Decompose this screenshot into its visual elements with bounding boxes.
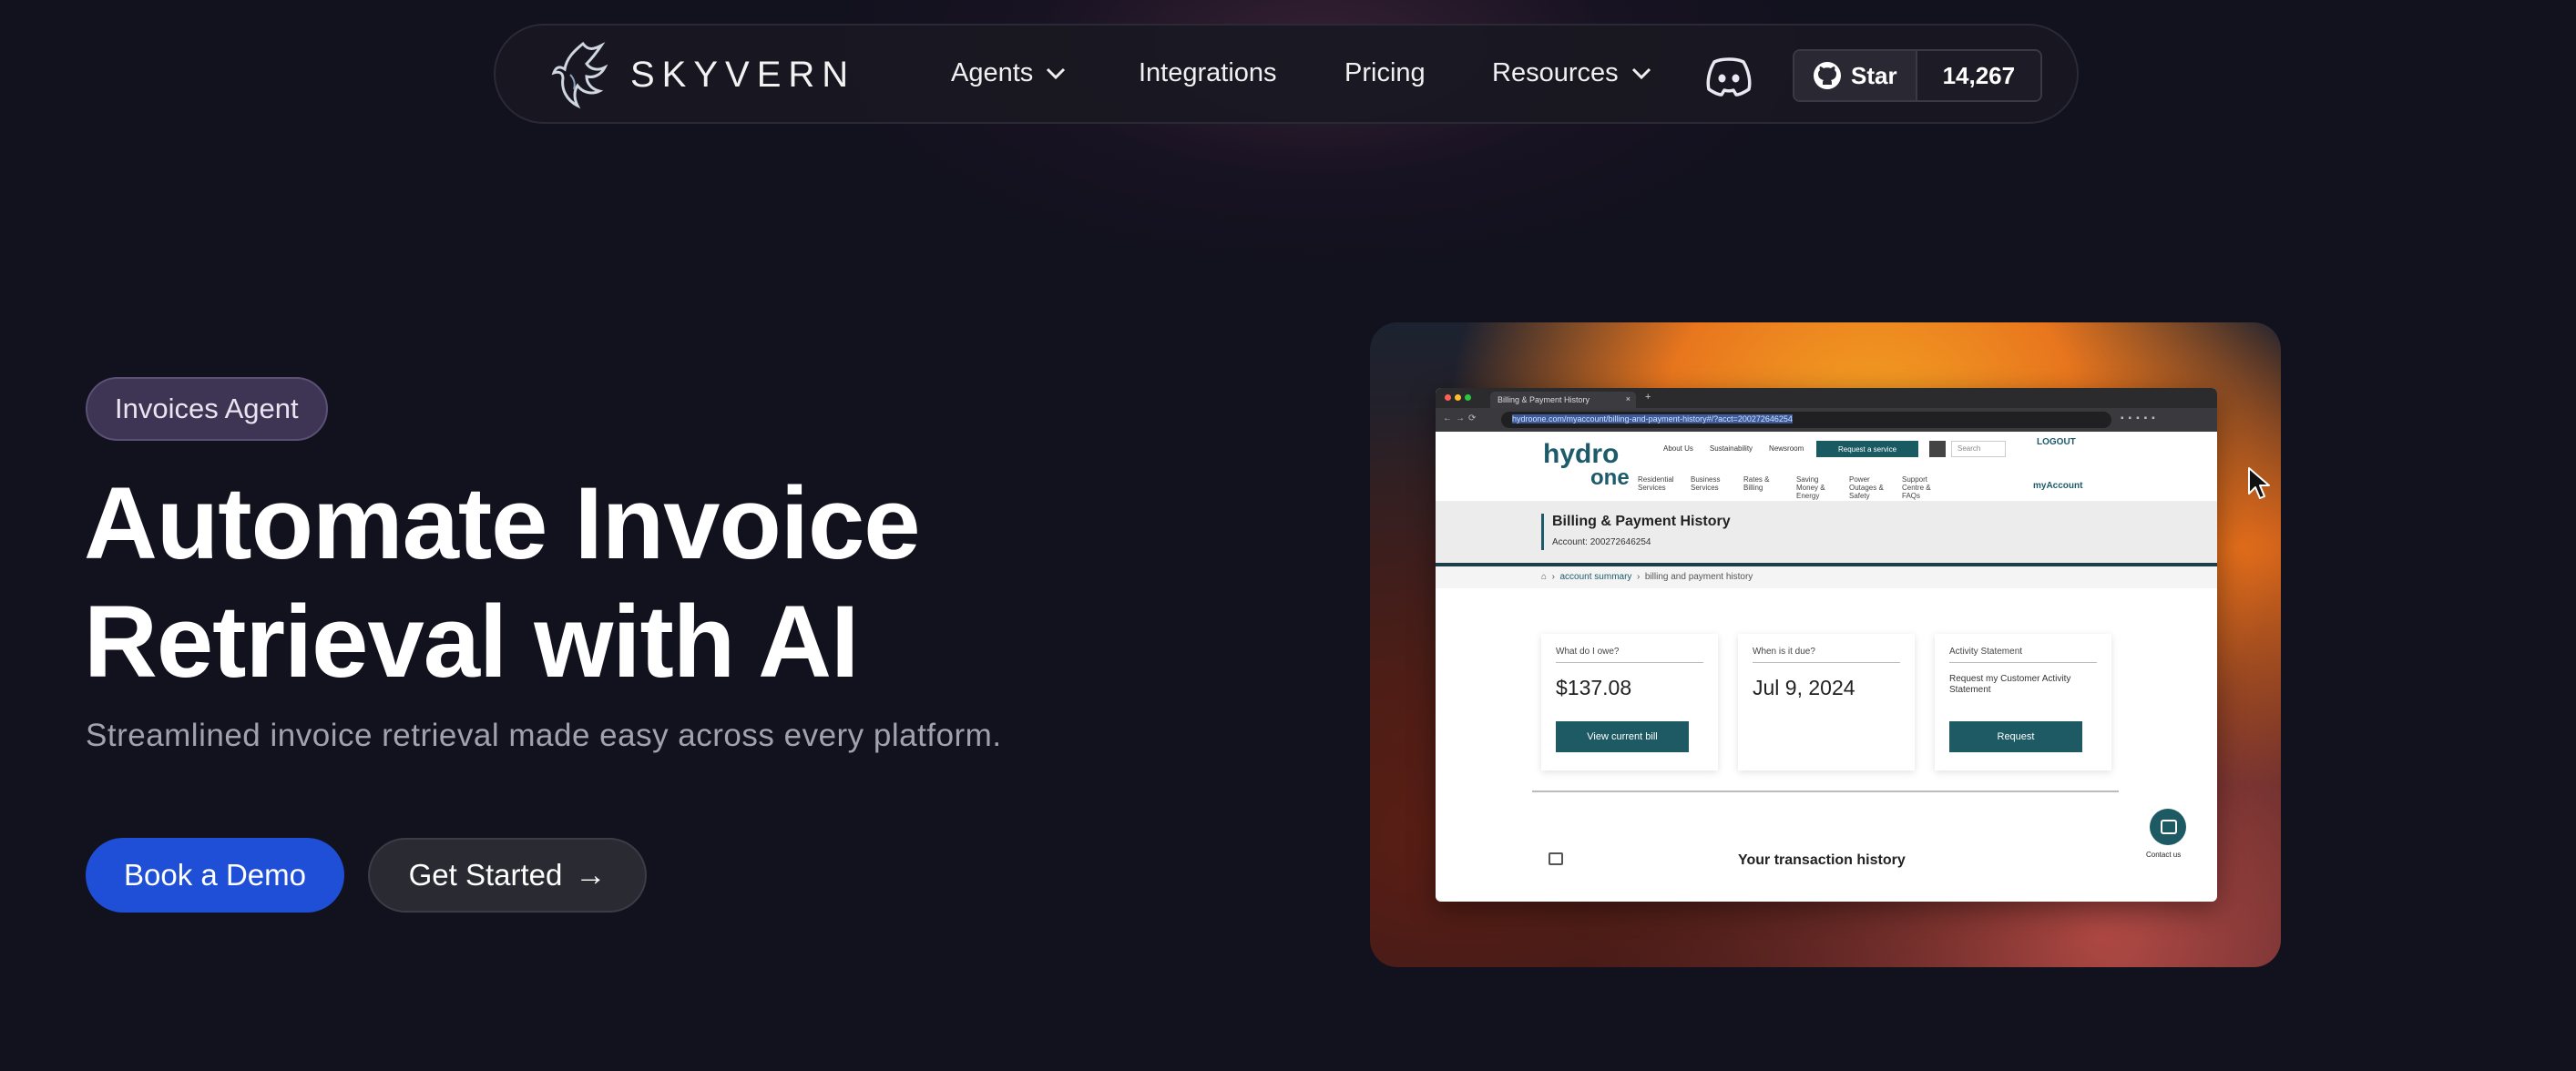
github-icon xyxy=(1814,62,1841,89)
mouse-cursor-icon xyxy=(2248,467,2270,499)
billing-page-title: Billing & Payment History xyxy=(1552,514,1731,529)
brand-name: SKYVERN xyxy=(630,54,856,95)
star-count[interactable]: 14,267 xyxy=(1915,51,2041,100)
nav-item-agents[interactable]: Agents xyxy=(951,58,1066,88)
account-line: Account: 200272646254 xyxy=(1552,537,1651,547)
nav-item-label: Agents xyxy=(951,58,1034,87)
print-icon xyxy=(1549,852,1563,865)
sub-nav-item: Support Centre & FAQs xyxy=(1902,475,1931,500)
demo-browser-window: Billing & Payment History × + ←→⟳ hydroo… xyxy=(1436,388,2217,902)
card-question: What do I owe? xyxy=(1556,647,1703,663)
chevron-down-icon xyxy=(1631,67,1651,79)
request-service-button: Request a service xyxy=(1816,441,1918,457)
browser-tab-bar: Billing & Payment History × + xyxy=(1436,388,2217,408)
card-text: Request my Customer Activity Statement xyxy=(1949,674,2071,695)
site-link: About Us xyxy=(1663,444,1693,453)
discord-icon[interactable] xyxy=(1705,53,1753,98)
brand-logo[interactable]: SKYVERN xyxy=(547,38,855,111)
arrow-right-icon: → xyxy=(575,857,607,892)
card-value: $137.08 xyxy=(1556,676,1632,699)
nav-item-label: Pricing xyxy=(1344,58,1426,87)
sub-nav-item: Residential Services xyxy=(1638,475,1674,492)
accent-bar xyxy=(1541,514,1544,550)
divider xyxy=(1532,790,2119,792)
browser-tab-title: Billing & Payment History xyxy=(1498,395,1590,404)
card-value: Jul 9, 2024 xyxy=(1753,676,1855,699)
logout-link: LOGOUT xyxy=(2037,437,2076,447)
chat-icon xyxy=(2150,809,2186,845)
window-controls xyxy=(1445,394,1475,401)
view-bill-button: View current bill xyxy=(1556,721,1689,752)
nav-item-resources[interactable]: Resources xyxy=(1492,58,1651,88)
sub-nav-item: Saving Money & Energy xyxy=(1796,475,1825,500)
dragon-logo-icon xyxy=(551,41,608,109)
billing-page-header: Billing & Payment History Account: 20027… xyxy=(1436,501,2217,566)
due-date-card: When is it due? Jul 9, 2024 xyxy=(1738,634,1915,770)
account-label: Account: xyxy=(1552,537,1588,547)
new-tab-icon: + xyxy=(1645,392,1651,403)
site-header: hydro one About Us Sustainability Newsro… xyxy=(1436,432,2217,501)
breadcrumb-current: billing and payment history xyxy=(1644,572,1753,582)
billing-cards: What do I owe? $137.08 View current bill… xyxy=(1541,634,2131,770)
contact-label: Contact us xyxy=(2146,851,2182,859)
amount-owed-card: What do I owe? $137.08 View current bill xyxy=(1541,634,1718,770)
get-started-button[interactable]: Get Started → xyxy=(368,838,647,913)
hero-title-line-1: Automate Invoice xyxy=(84,466,921,580)
hydro-one-logo: hydro one xyxy=(1543,441,1630,490)
browser-address-row: ←→⟳ hydroone.com/myaccount/billing-and-p… xyxy=(1436,408,2217,432)
nav-item-label: Resources xyxy=(1492,58,1619,87)
site-search-input: Search xyxy=(1951,441,2006,457)
chevron-down-icon xyxy=(1047,67,1066,79)
site-link: Newsroom xyxy=(1769,444,1804,453)
card-question: When is it due? xyxy=(1753,647,1900,663)
github-star-button[interactable]: Star 14,267 xyxy=(1793,49,2043,102)
site-sub-nav: Residential Services Business Services R… xyxy=(1638,475,1955,500)
book-demo-button[interactable]: Book a Demo xyxy=(86,838,344,913)
transaction-history-heading: Your transaction history xyxy=(1738,852,1906,868)
my-account-link: myAccount xyxy=(2033,481,2083,491)
activity-statement-card: Activity Statement Request my Customer A… xyxy=(1935,634,2111,770)
get-started-label: Get Started xyxy=(408,858,563,892)
sub-nav-item: Business Services xyxy=(1691,475,1721,492)
hero-title: Automate Invoice Retrieval with AI xyxy=(84,464,1268,701)
address-bar: hydroone.com/myaccount/billing-and-payme… xyxy=(1501,412,2111,428)
card-question: Activity Statement xyxy=(1949,647,2097,663)
sub-nav-item: Rates & Billing xyxy=(1743,475,1770,492)
browser-tab: Billing & Payment History × xyxy=(1490,392,1636,408)
site-top-links: About Us Sustainability Newsroom xyxy=(1663,444,1820,453)
site-breadcrumb: ⌂ › account summary › billing and paymen… xyxy=(1436,566,2217,588)
request-button: Request xyxy=(1949,721,2082,752)
close-icon: × xyxy=(1625,394,1630,403)
site-link: Sustainability xyxy=(1709,444,1753,453)
address-url: hydroone.com/myaccount/billing-and-payme… xyxy=(1512,414,1793,423)
home-icon: ⌂ xyxy=(1541,572,1548,582)
sub-nav-item: Power Outages & Safety xyxy=(1849,475,1884,500)
star-label: Star xyxy=(1851,61,1897,89)
top-navbar: SKYVERN Agents Integrations Pricing Reso… xyxy=(494,24,2079,124)
brand-bottom: one xyxy=(1590,465,1630,490)
nav-item-integrations[interactable]: Integrations xyxy=(1139,58,1277,88)
hero-subtitle: Streamlined invoice retrieval made easy … xyxy=(86,718,1002,753)
demo-video-card[interactable]: Billing & Payment History × + ←→⟳ hydroo… xyxy=(1370,322,2281,967)
search-icon xyxy=(1929,441,1946,457)
hero-title-line-2: Retrieval with AI xyxy=(84,585,859,699)
category-badge: Invoices Agent xyxy=(86,377,328,441)
github-star[interactable]: Star xyxy=(1794,51,1916,100)
extension-icons: ▪▪▪▪▪ xyxy=(2121,413,2160,423)
nav-item-pricing[interactable]: Pricing xyxy=(1344,58,1426,88)
browser-nav-icons: ←→⟳ xyxy=(1443,413,1480,423)
breadcrumb-link: account summary xyxy=(1559,572,1632,582)
nav-item-label: Integrations xyxy=(1139,58,1277,87)
account-number: 200272646254 xyxy=(1590,537,1651,547)
